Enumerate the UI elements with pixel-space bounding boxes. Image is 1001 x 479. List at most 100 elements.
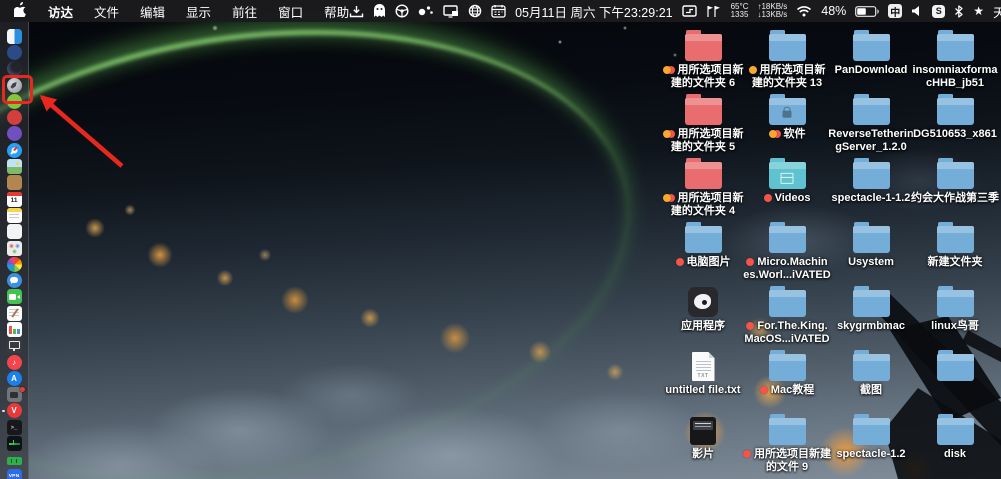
wifi-icon[interactable] [796,5,812,17]
folder-blue-icon [853,34,890,61]
dock-notes[interactable] [0,207,28,223]
globe-icon[interactable] [468,4,482,18]
s-app-badge[interactable]: S [932,5,945,18]
temp-fan-readout[interactable]: 65°C 1335 [731,3,749,20]
fan-text: 1335 [731,11,749,20]
desktop-item-15[interactable]: 新建文件夹 [907,220,1001,269]
desktop-item-30[interactable] [823,470,919,479]
ghost-app-icon[interactable] [373,4,386,18]
dock-safari[interactable] [0,142,28,158]
desktop-item-12[interactable]: 电脑图片 [655,220,751,269]
desktop-item-label: 用所选项目新 建的文件夹 4 [663,192,744,217]
desktop-item-14[interactable]: Usystem [823,220,919,269]
menu-item-4[interactable]: 前往 [232,2,257,21]
display-status-icon[interactable] [443,5,459,18]
bluetooth-icon[interactable] [954,5,964,18]
desktop-item-label: 用所选项目新 建的文件夹 13 [749,64,826,89]
download-tray-icon[interactable] [349,5,364,18]
dock-document-app[interactable] [0,224,28,240]
folder-blue-icon [853,290,890,317]
dock-photos[interactable] [0,256,28,272]
desktop-item-28[interactable] [655,470,751,479]
desktop-item-20[interactable]: TXTuntitled file.txt [655,348,751,397]
desktop-item-1[interactable]: 用所选项目新 建的文件夹 13 [739,28,835,89]
net-down-text: ↓13KB/s [757,11,787,20]
desktop-item-22[interactable]: 截图 [823,348,919,397]
speaker-icon[interactable] [911,5,923,17]
dock-floppy-app[interactable] [0,126,28,142]
battery-icon[interactable] [855,6,879,17]
menu-item-3[interactable]: 显示 [186,2,211,21]
window-manager-icon[interactable] [682,5,697,17]
vpn-app-icon: VPN [7,469,22,479]
desktop-item-29[interactable] [739,470,835,479]
desktop-item-24[interactable]: 影片 [655,412,751,461]
dock-terminal[interactable]: >_ [0,419,28,435]
dock-vpn-app[interactable]: VPN [0,468,28,479]
desktop-item-4[interactable]: 用所选项目新 建的文件夹 5 [655,92,751,153]
desktop-item-19[interactable]: linux鸟哥 [907,284,1001,333]
dock-contacts-app[interactable] [0,175,28,191]
desktop-item-7[interactable]: DG510653_x861 [907,92,1001,141]
desktop-item-0[interactable]: 用所选项目新 建的文件夹 6 [655,28,751,89]
desktop-item-23[interactable] [907,348,1001,381]
dock-music[interactable]: ♪ [0,354,28,370]
desktop-item-8[interactable]: 用所选项目新 建的文件夹 4 [655,156,751,217]
network-speed-readout[interactable]: ↑18KB/s ↓13KB/s [757,3,787,20]
desktop-item-17[interactable]: For.The.King. MacOS...iVATED [739,284,835,345]
active-app-title[interactable]: 天色迷香 [993,2,1001,21]
desktop-item-21[interactable]: Mac教程 [739,348,835,397]
folder-blue-icon [769,98,806,125]
input-method-badge[interactable]: 中 [888,4,902,18]
dots-status-icon[interactable] [418,5,434,17]
dock-activity-app[interactable] [0,435,28,451]
folder-blue-icon [937,162,974,189]
dock-finder[interactable] [0,28,28,44]
dock-display-app[interactable] [0,338,28,354]
calendar-status-icon[interactable] [491,4,506,18]
apple-menu[interactable] [14,2,27,20]
dock-vivaldi-browser[interactable]: V [0,403,28,419]
dock-app-store[interactable]: A [0,370,28,386]
desktop-item-3[interactable]: insomniaxforma cHHB_jb51 [907,28,1001,89]
dock-calendar[interactable]: 11 [0,191,28,207]
dock-globe-app[interactable] [0,44,28,60]
desktop-item-13[interactable]: Micro.Machin es.Worl...iVATED [739,220,835,281]
datetime-text[interactable]: 05月11日 周六 下午23:29:21 [515,2,672,21]
desktop-item-18[interactable]: skygrmbmac [823,284,919,333]
menu-item-6[interactable]: 帮助 [324,2,349,21]
desktop-item-26[interactable]: spectacle-1.2 [823,412,919,461]
desktop-item-label: 应用程序 [681,320,725,333]
desktop-item-10[interactable]: spectacle-1-1.2 [823,156,919,205]
desktop-item-6[interactable]: ReverseTetherin gServer_1.2.0 [823,92,919,153]
star-icon[interactable]: ★ [973,5,984,17]
steering-wheel-icon[interactable] [395,4,409,18]
dock-camera-app[interactable] [0,387,28,403]
menu-item-0[interactable]: 访达 [48,2,73,21]
folder-blue-icon [769,354,806,381]
desktop-item-16[interactable]: 应用程序 [655,284,751,333]
desktop-item-31[interactable] [907,470,1001,479]
desktop-item-9[interactable]: Videos [739,156,835,205]
dock-red-app[interactable] [0,109,28,125]
desktop-item-25[interactable]: 用所选项目新建 的文件 9 [739,412,835,473]
folder-blue-icon [769,34,806,61]
dock-textedit[interactable] [0,305,28,321]
desktop-item-27[interactable]: disk [907,412,1001,461]
dock-facetime[interactable] [0,289,28,305]
dock-colors-app[interactable] [0,240,28,256]
dock-istat-mini[interactable] [0,452,28,468]
desktop-item-11[interactable]: 约会大作战第三季 [907,156,1001,205]
folder-blue-icon [937,34,974,61]
dock-messages[interactable] [0,272,28,288]
app-store-icon: A [7,371,22,386]
dock-stocks-chart-app[interactable] [0,321,28,337]
menu-item-5[interactable]: 窗口 [278,2,303,21]
menu-item-2[interactable]: 编辑 [140,2,165,21]
dock-pictures-app[interactable] [0,158,28,174]
notes-icon [7,208,22,223]
desktop-item-2[interactable]: PanDownload [823,28,919,77]
flags-icon[interactable] [706,5,722,18]
menu-item-1[interactable]: 文件 [94,2,119,21]
desktop-item-5[interactable]: 软件 [739,92,835,141]
